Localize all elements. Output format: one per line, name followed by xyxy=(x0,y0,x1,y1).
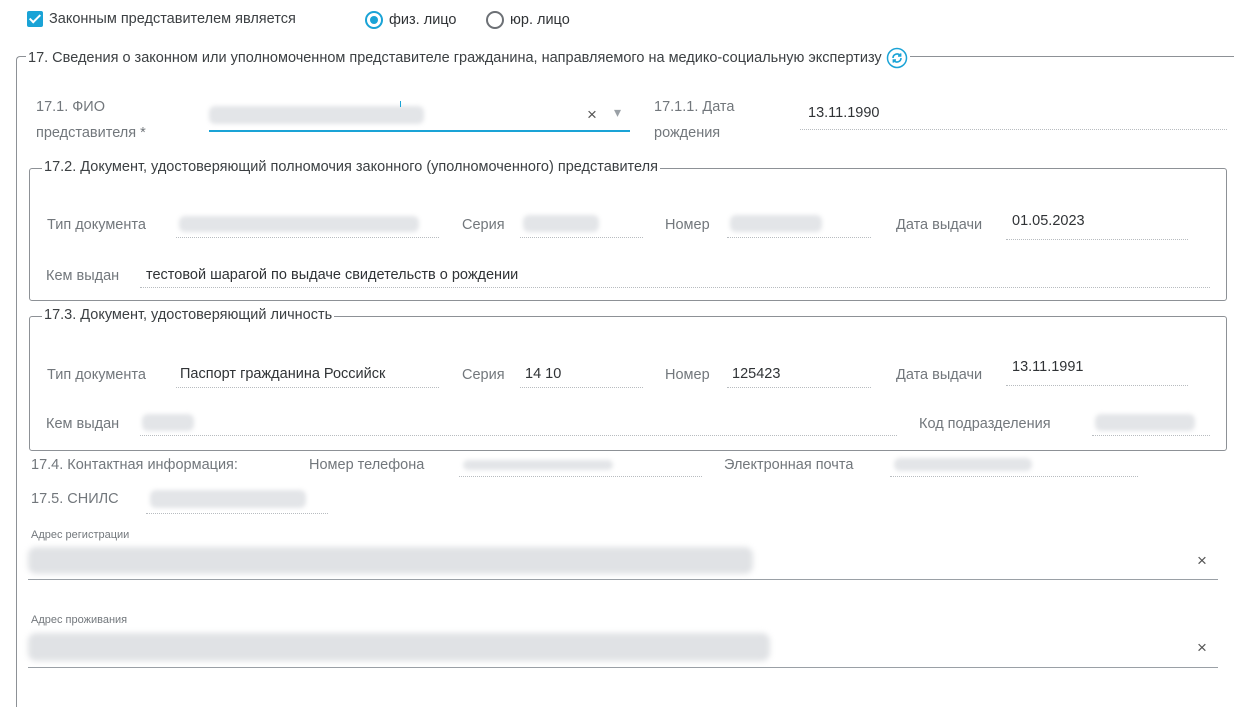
fio-value-redacted xyxy=(209,106,424,124)
doc3-issued-by-field[interactable] xyxy=(140,412,897,436)
doc2-issued-by-label: Кем выдан xyxy=(46,268,120,284)
registration-address-label: Адрес регистрации xyxy=(31,529,130,541)
fio-select[interactable]: × ▾ xyxy=(209,100,630,132)
doc2-type-field[interactable] xyxy=(176,213,439,238)
doc3-division-code-field[interactable] xyxy=(1092,412,1210,436)
doc3-division-code-label: Код подразделения xyxy=(919,416,1051,432)
registration-address-clear-icon[interactable]: × xyxy=(1197,552,1207,569)
radio-individual-control[interactable] xyxy=(365,11,383,29)
section-17-title-text: 17. Сведения о законном или уполномоченн… xyxy=(28,50,882,66)
email-label: Электронная почта xyxy=(724,457,854,473)
residence-address-field[interactable]: × xyxy=(28,630,1218,668)
doc3-issue-date-field[interactable]: 13.11.1991 xyxy=(1006,356,1188,386)
doc2-issue-date-label: Дата выдачи xyxy=(896,217,983,233)
residence-address-label: Адрес проживания xyxy=(31,614,128,626)
doc3-issue-date-label: Дата выдачи xyxy=(896,367,983,383)
fio-caret xyxy=(400,101,401,107)
radio-legal-label: юр. лицо xyxy=(510,12,570,28)
residence-address-clear-icon[interactable]: × xyxy=(1197,639,1207,656)
doc2-type-label: Тип документа xyxy=(47,217,146,233)
doc2-issued-by-field[interactable]: тестовой шарагой по выдаче свидетельств … xyxy=(140,264,1210,288)
email-field[interactable] xyxy=(890,454,1138,477)
section-17-3-title: 17.3. Документ, удостоверяющий личность xyxy=(42,307,335,323)
doc2-number-label: Номер xyxy=(665,217,710,233)
legal-rep-checkbox-label: Законным представителем является xyxy=(49,11,296,27)
doc2-issue-date-field[interactable]: 01.05.2023 xyxy=(1006,210,1188,240)
doc2-series-label: Серия xyxy=(462,217,505,233)
doc3-number-field[interactable]: 125423 xyxy=(727,362,871,388)
snils-label: 17.5. СНИЛС xyxy=(31,491,119,507)
dob-field[interactable]: 13.11.1990 xyxy=(800,102,1227,130)
radio-individual-label: физ. лицо xyxy=(389,12,457,28)
section-17-title: 17. Сведения о законном или уполномоченн… xyxy=(26,47,910,69)
registration-address-field[interactable]: × xyxy=(28,544,1218,580)
legal-rep-checkbox-row: Законным представителем является xyxy=(27,11,296,27)
phone-label: Номер телефона xyxy=(309,457,425,473)
fio-label: 17.1. ФИО представителя * xyxy=(36,99,146,141)
radio-individual[interactable]: физ. лицо xyxy=(365,11,457,29)
legal-rep-checkbox[interactable] xyxy=(27,11,43,27)
doc2-series-field[interactable] xyxy=(520,213,643,238)
radio-legal[interactable]: юр. лицо xyxy=(486,11,570,29)
phone-field[interactable] xyxy=(459,454,702,477)
refresh-icon[interactable] xyxy=(886,47,908,69)
fio-dropdown-icon[interactable]: ▾ xyxy=(614,104,621,121)
doc3-series-label: Серия xyxy=(462,367,505,383)
doc3-type-label: Тип документа xyxy=(47,367,146,383)
doc2-number-field[interactable] xyxy=(727,213,871,238)
dob-label: 17.1.1. Дата рождения xyxy=(654,99,735,141)
fio-clear-icon[interactable]: × xyxy=(587,106,597,123)
section-17-2-title: 17.2. Документ, удостоверяющий полномочи… xyxy=(42,159,660,175)
contact-label: 17.4. Контактная информация: xyxy=(31,457,238,473)
radio-legal-control[interactable] xyxy=(486,11,504,29)
snils-field[interactable] xyxy=(146,487,328,514)
doc3-type-field[interactable]: Паспорт гражданина Российск xyxy=(176,362,439,388)
doc3-number-label: Номер xyxy=(665,367,710,383)
doc3-series-field[interactable]: 14 10 xyxy=(520,362,643,388)
doc3-issued-by-label: Кем выдан xyxy=(46,416,120,432)
